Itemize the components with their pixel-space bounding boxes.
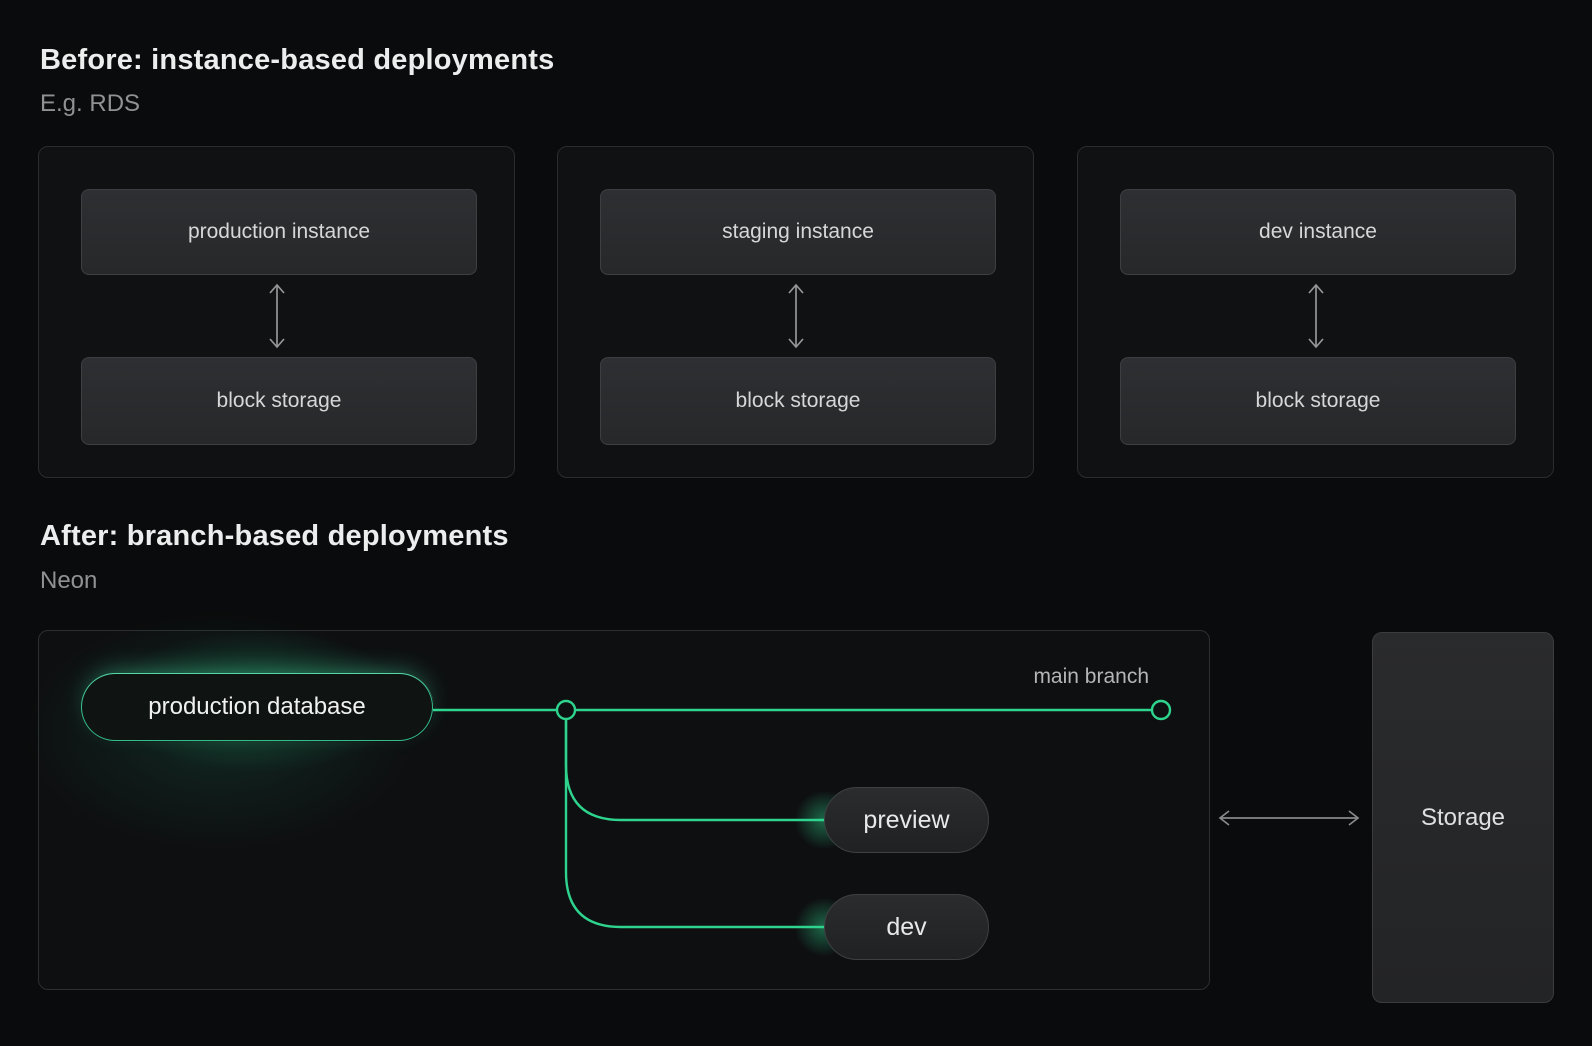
production-database-label: production database: [148, 693, 366, 720]
before-section-title: Before: instance-based deployments: [40, 44, 555, 76]
instance-box: staging instance: [600, 189, 996, 275]
page: Before: instance-based deployments E.g. …: [0, 0, 1592, 1046]
block-storage-box: block storage: [1120, 357, 1516, 445]
main-branch-end-node: [1150, 699, 1172, 721]
preview-branch-line: [564, 710, 826, 822]
storage-box: Storage: [1372, 632, 1554, 1003]
before-section-subtitle: E.g. RDS: [40, 90, 141, 117]
before-card-staging: staging instance block storage: [557, 146, 1034, 478]
instance-box: production instance: [81, 189, 477, 275]
vertical-double-arrow-icon: [268, 283, 285, 349]
after-panel: main branch production database preview …: [0, 551, 1210, 990]
block-storage-box: block storage: [81, 357, 477, 445]
before-card-production: production instance block storage: [38, 146, 515, 478]
vertical-double-arrow-icon: [787, 283, 804, 349]
preview-branch-label: preview: [863, 805, 950, 834]
after-section-subtitle: Neon: [40, 567, 98, 594]
horizontal-double-arrow-icon: [1218, 810, 1360, 826]
block-storage-box: block storage: [600, 357, 996, 445]
storage-label: Storage: [1420, 803, 1506, 831]
main-branch-label: main branch: [1033, 665, 1149, 688]
dev-branch-label: dev: [886, 912, 927, 941]
vertical-double-arrow-icon: [1307, 283, 1324, 349]
production-database-pill: production database: [81, 673, 433, 741]
preview-branch-pill: preview: [824, 787, 989, 853]
instance-box: dev instance: [1120, 189, 1516, 275]
dev-branch-pill: dev: [824, 894, 989, 960]
before-card-dev: dev instance block storage: [1077, 146, 1554, 478]
after-section-title: After: branch-based deployments: [40, 520, 509, 552]
branch-point-node: [555, 699, 577, 721]
